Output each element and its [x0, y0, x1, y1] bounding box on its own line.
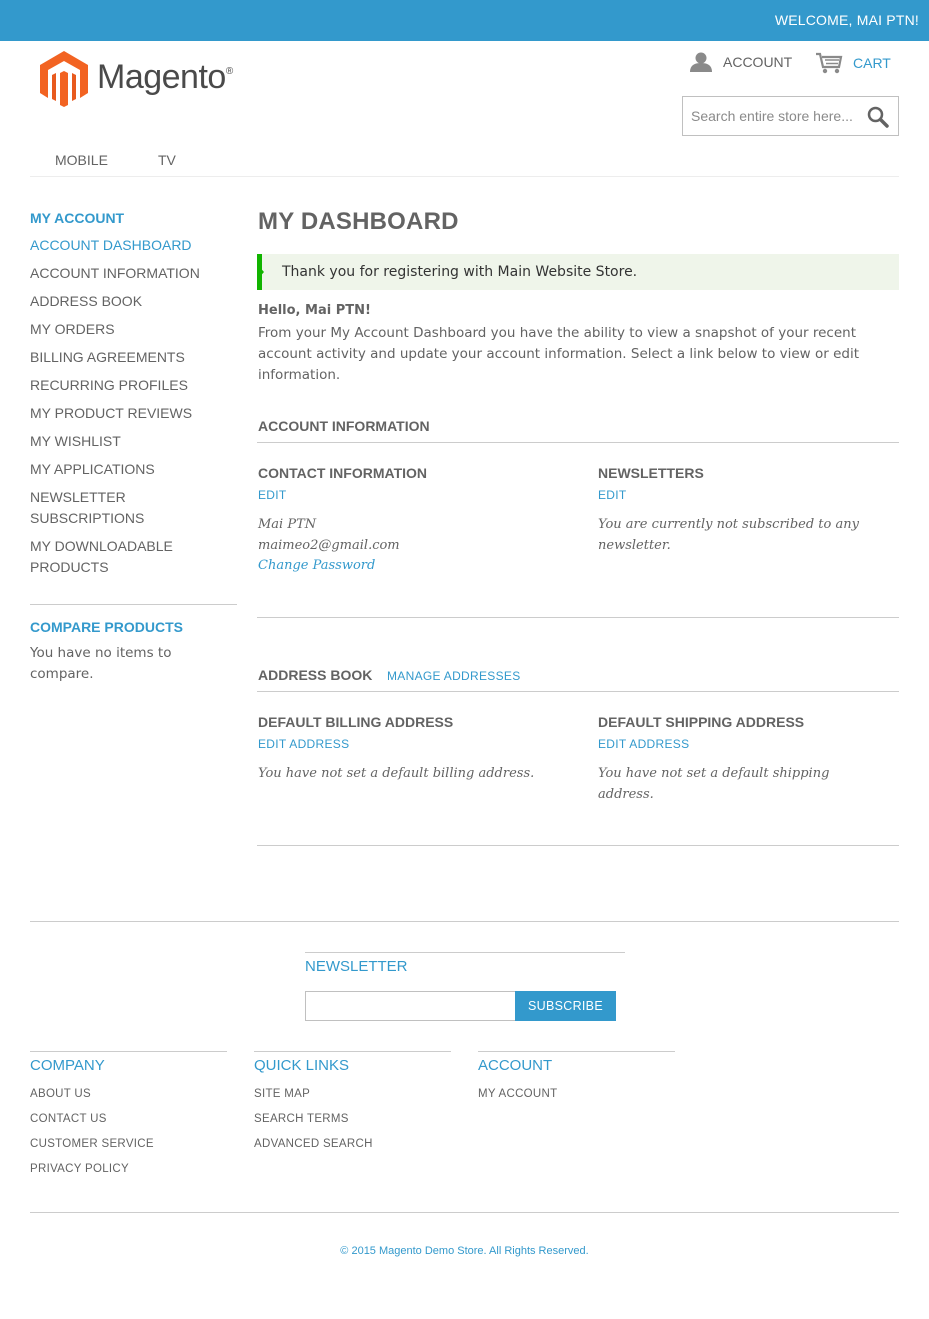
magento-logo-icon — [40, 51, 88, 107]
quick-links-divider — [254, 1051, 451, 1052]
contact-name: Mai PTN — [258, 517, 317, 532]
account-info-divider — [257, 442, 899, 443]
compare-empty-text: You have no items to compare. — [30, 645, 172, 682]
footer-bottom-divider — [30, 1212, 899, 1213]
compare-products-title: COMPARE PRODUCTS — [30, 619, 183, 635]
footer-link-customer-service[interactable]: CUSTOMER SERVICE — [30, 1138, 154, 1150]
nav-divider — [30, 176, 899, 177]
dashboard-intro: From your My Account Dashboard you have … — [258, 325, 860, 383]
sidebar-item-newsletter-subscriptions[interactable]: NEWSLETTER SUBSCRIPTIONS — [30, 487, 170, 529]
sidebar-item-product-reviews[interactable]: MY PRODUCT REVIEWS — [30, 403, 192, 424]
sidebar-divider — [30, 604, 237, 605]
search-input[interactable] — [683, 97, 863, 135]
sidebar-title: MY ACCOUNT — [30, 210, 125, 226]
newsletters-edit-link[interactable]: EDIT — [598, 488, 627, 502]
cart-link[interactable]: CART — [815, 52, 891, 74]
manage-addresses-link[interactable]: MANAGE ADDRESSES — [387, 669, 521, 683]
sidebar-item-account-information[interactable]: ACCOUNT INFORMATION — [30, 263, 200, 284]
sidebar-item-address-book[interactable]: ADDRESS BOOK — [30, 291, 142, 312]
copyright-notice: © 2015 Magento Demo Store. All Rights Re… — [340, 1245, 589, 1257]
shipping-address-title: DEFAULT SHIPPING ADDRESS — [598, 714, 805, 730]
footer-account-divider — [478, 1051, 675, 1052]
contact-edit-link[interactable]: EDIT — [258, 488, 287, 502]
newsletters-title: NEWSLETTERS — [598, 465, 704, 481]
change-password-link[interactable]: Change Password — [258, 558, 375, 573]
address-divider — [257, 845, 899, 846]
footer-company-title: COMPANY — [30, 1057, 105, 1074]
contact-information-title: CONTACT INFORMATION — [258, 465, 428, 481]
cart-link-label: CART — [853, 55, 891, 71]
footer-link-site-map[interactable]: SITE MAP — [254, 1088, 310, 1100]
address-book-title: ADDRESS BOOK — [258, 667, 373, 683]
footer-account-title: ACCOUNT — [478, 1057, 553, 1074]
cart-icon — [816, 52, 843, 74]
billing-edit-link[interactable]: EDIT ADDRESS — [258, 737, 349, 751]
sidebar-item-recurring-profiles[interactable]: RECURRING PROFILES — [30, 375, 188, 396]
nav-item-mobile[interactable]: MOBILE — [55, 152, 108, 168]
newsletter-email-field — [305, 991, 516, 1021]
footer-quick-links-title: QUICK LINKS — [254, 1057, 350, 1074]
registered-mark: ® — [225, 66, 233, 77]
footer-link-about-us[interactable]: ABOUT US — [30, 1088, 91, 1100]
newsletter-divider — [305, 952, 625, 953]
footer-newsletter-title: NEWSLETTER — [305, 958, 408, 975]
user-icon — [690, 52, 712, 72]
shipping-edit-link[interactable]: EDIT ADDRESS — [598, 737, 689, 751]
sidebar-item-downloadable-products[interactable]: MY DOWNLOADABLE PRODUCTS — [30, 536, 190, 578]
sidebar-item-account-dashboard[interactable]: ACCOUNT DASHBOARD — [30, 235, 192, 256]
footer-link-advanced-search[interactable]: ADVANCED SEARCH — [254, 1138, 373, 1150]
billing-address-title: DEFAULT BILLING ADDRESS — [258, 714, 454, 730]
newsletters-status: You are currently not subscribed to any … — [598, 517, 859, 553]
contact-email: maimeo2@gmail.com — [258, 538, 400, 553]
account-link[interactable]: ACCOUNT — [689, 52, 792, 72]
welcome-message: WELCOME, MAI PTN! — [774, 12, 919, 28]
subscribe-button[interactable]: SUBSCRIBE — [515, 991, 616, 1021]
logo-text: Magento — [97, 58, 226, 96]
sidebar-item-my-orders[interactable]: MY ORDERS — [30, 319, 115, 340]
sidebar-item-applications[interactable]: MY APPLICATIONS — [30, 459, 155, 480]
footer-link-search-terms[interactable]: SEARCH TERMS — [254, 1113, 349, 1125]
search-form — [682, 96, 899, 136]
nav-item-tv[interactable]: TV — [158, 152, 176, 168]
logo-wordmark[interactable]: Magento® — [97, 58, 233, 97]
footer-top-divider — [30, 921, 899, 922]
sidebar-item-wishlist[interactable]: MY WISHLIST — [30, 431, 121, 452]
footer-link-contact-us[interactable]: CONTACT US — [30, 1113, 107, 1125]
footer-link-my-account[interactable]: MY ACCOUNT — [478, 1088, 557, 1100]
hello-greeting: Hello, Mai PTN! — [258, 303, 371, 318]
search-icon[interactable] — [867, 106, 889, 128]
account-link-label: ACCOUNT — [723, 54, 793, 70]
contact-divider — [257, 617, 899, 618]
company-divider — [30, 1051, 227, 1052]
shipping-address-text: You have not set a default shipping addr… — [598, 766, 830, 802]
footer-link-privacy-policy[interactable]: PRIVACY POLICY — [30, 1163, 129, 1175]
address-book-divider — [257, 691, 899, 692]
welcome-bar: WELCOME, MAI PTN! — [0, 0, 929, 41]
sidebar-item-billing-agreements[interactable]: BILLING AGREEMENTS — [30, 347, 185, 368]
newsletter-email-input[interactable] — [306, 992, 515, 1020]
account-information-title: ACCOUNT INFORMATION — [258, 418, 430, 434]
success-message-text: Thank you for registering with Main Webs… — [282, 264, 638, 280]
success-message: Thank you for registering with Main Webs… — [257, 254, 899, 290]
page-title: MY DASHBOARD — [258, 208, 459, 235]
billing-address-text: You have not set a default billing addre… — [258, 766, 535, 781]
success-arrow-icon — [257, 264, 264, 280]
